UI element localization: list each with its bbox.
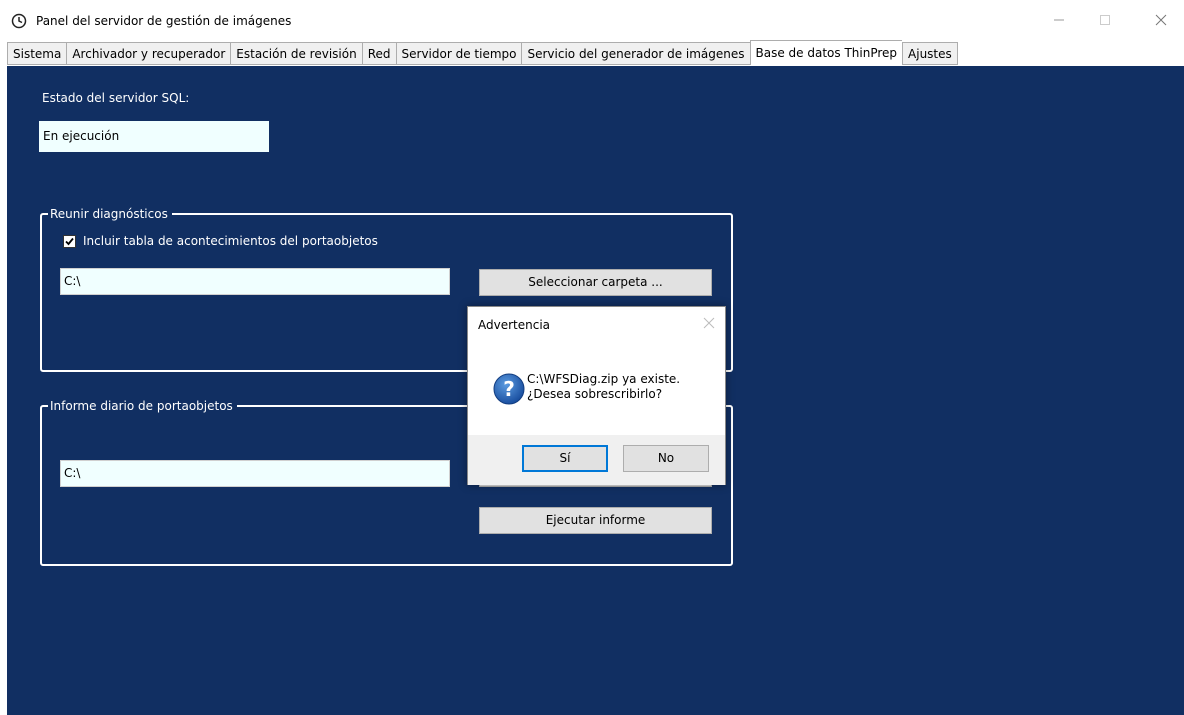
dialog-message-line2: ¿Desea sobrescribirlo? — [527, 387, 663, 401]
dialog-title: Advertencia — [478, 318, 551, 332]
maximize-button[interactable] — [1082, 6, 1128, 34]
tab-ajustes[interactable]: Ajustes — [902, 42, 958, 65]
no-button[interactable]: No — [623, 445, 709, 472]
tab-estacion-revision[interactable]: Estación de revisión — [230, 42, 362, 65]
diagnostics-path-field[interactable]: C:\ — [60, 268, 450, 295]
dialog-message: C:\WFSDiag.zip ya existe. ¿Desea sobresc… — [527, 372, 680, 402]
warning-dialog: Advertencia ? C:\WFSDiag.zip ya existe. … — [467, 306, 726, 485]
window-title: Panel del servidor de gestión de imágene… — [36, 14, 292, 28]
yes-button[interactable]: Sí — [522, 445, 608, 472]
tab-strip: Sistema Archivador y recuperador Estació… — [7, 40, 958, 66]
select-folder-button[interactable]: Seleccionar carpeta ... — [479, 269, 712, 296]
tab-servidor-tiempo[interactable]: Servidor de tiempo — [395, 42, 522, 65]
dialog-close-icon[interactable] — [701, 315, 717, 331]
maximize-icon — [1100, 15, 1110, 25]
sql-status-value: En ejecución — [39, 121, 269, 152]
dialog-footer: Sí No — [468, 435, 725, 485]
daily-report-path-field[interactable]: C:\ — [60, 460, 450, 487]
tab-red[interactable]: Red — [361, 42, 396, 65]
include-slide-events-checkbox[interactable] — [63, 235, 76, 248]
tab-generador-imagenes[interactable]: Servicio del generador de imágenes — [521, 42, 750, 65]
include-slide-events-label: Incluir tabla de acontecimientos del por… — [83, 234, 378, 248]
diagnostics-group-title: Reunir diagnósticos — [48, 206, 172, 222]
tab-base-datos-thinprep[interactable]: Base de datos ThinPrep — [749, 40, 903, 65]
question-icon: ? — [493, 373, 525, 405]
dialog-message-line1: C:\WFSDiag.zip ya existe. — [527, 372, 681, 386]
checkmark-icon — [65, 237, 74, 246]
tab-sistema[interactable]: Sistema — [7, 42, 67, 65]
minimize-button[interactable] — [1036, 6, 1082, 34]
clock-icon — [11, 13, 27, 29]
tab-archivador[interactable]: Archivador y recuperador — [66, 42, 231, 65]
svg-text:?: ? — [503, 377, 515, 401]
daily-report-group-title: Informe diario de portaobjetos — [48, 398, 237, 414]
title-bar: Panel del servidor de gestión de imágene… — [0, 0, 1184, 41]
minimize-icon — [1054, 19, 1064, 21]
close-icon — [1155, 14, 1167, 26]
sql-status-label: Estado del servidor SQL: — [42, 91, 190, 105]
run-report-button[interactable]: Ejecutar informe — [479, 507, 712, 534]
close-button[interactable] — [1138, 6, 1184, 34]
